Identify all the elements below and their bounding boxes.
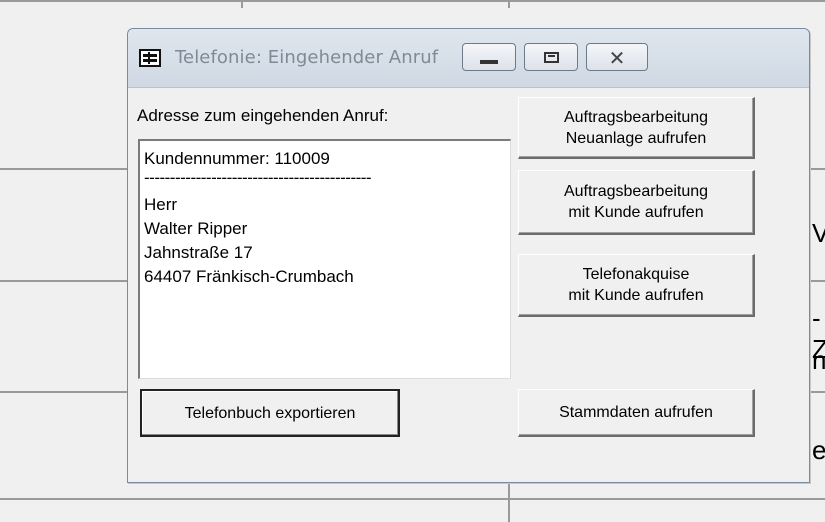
- order-new-button[interactable]: Auftragsbearbeitung Neuanlage aufrufen: [518, 97, 755, 159]
- address-line: Jahnstraße 17: [144, 243, 253, 262]
- button-label: mit Kunde aufrufen: [568, 204, 704, 221]
- close-button[interactable]: ✕: [586, 43, 648, 71]
- grid-line: [508, 0, 510, 8]
- export-phonebook-button[interactable]: Telefonbuch exportieren: [140, 389, 400, 437]
- maximize-icon: [544, 52, 559, 63]
- address-line: Walter Ripper: [144, 219, 248, 238]
- grid-line: [241, 0, 243, 8]
- incoming-call-dialog: Telefonie: Eingehender Anruf ✕ Adresse z…: [127, 28, 810, 483]
- master-data-button[interactable]: Stammdaten aufrufen: [518, 389, 755, 437]
- address-separator: ----------------------------------------…: [144, 168, 372, 187]
- title-bar[interactable]: Telefonie: Eingehender Anruf ✕: [128, 29, 809, 88]
- telephone-acquisition-button[interactable]: Telefonakquise mit Kunde aufrufen: [518, 254, 755, 317]
- address-textbox[interactable]: Kundennummer: 110009 -------------------…: [138, 139, 511, 379]
- dialog-body: Adresse zum eingehenden Anruf: Kundennum…: [128, 88, 809, 482]
- button-label: Telefonbuch exportieren: [184, 404, 356, 422]
- maximize-button[interactable]: [524, 43, 578, 71]
- background-text: n: [812, 345, 825, 375]
- button-label: Neuanlage aufrufen: [565, 129, 707, 147]
- background-text: V: [812, 218, 825, 248]
- address-label: Adresse zum eingehenden Anruf:: [137, 106, 389, 125]
- background-text: e: [812, 435, 825, 465]
- grid-line: [0, 498, 825, 500]
- minimize-button[interactable]: [462, 43, 516, 71]
- address-line: 64407 Fränkisch-Crumbach: [144, 267, 354, 286]
- button-label: Telefonakquise: [582, 266, 690, 283]
- order-with-customer-button[interactable]: Auftragsbearbeitung mit Kunde aufrufen: [518, 170, 755, 235]
- close-icon: ✕: [608, 46, 626, 70]
- button-label: Stammdaten aufrufen: [559, 404, 713, 421]
- button-label: mit Kunde aufrufen: [568, 287, 704, 304]
- grid-line: [508, 484, 510, 522]
- address-line: Herr: [144, 195, 178, 214]
- minimize-icon: [480, 60, 498, 64]
- grid-line: [0, 0, 825, 2]
- form-window-icon: [139, 49, 161, 67]
- button-label: Auftragsbearbeitung: [563, 183, 709, 200]
- button-label: Auftragsbearbeitung: [563, 108, 709, 126]
- window-title: Telefonie: Eingehender Anruf: [175, 47, 439, 68]
